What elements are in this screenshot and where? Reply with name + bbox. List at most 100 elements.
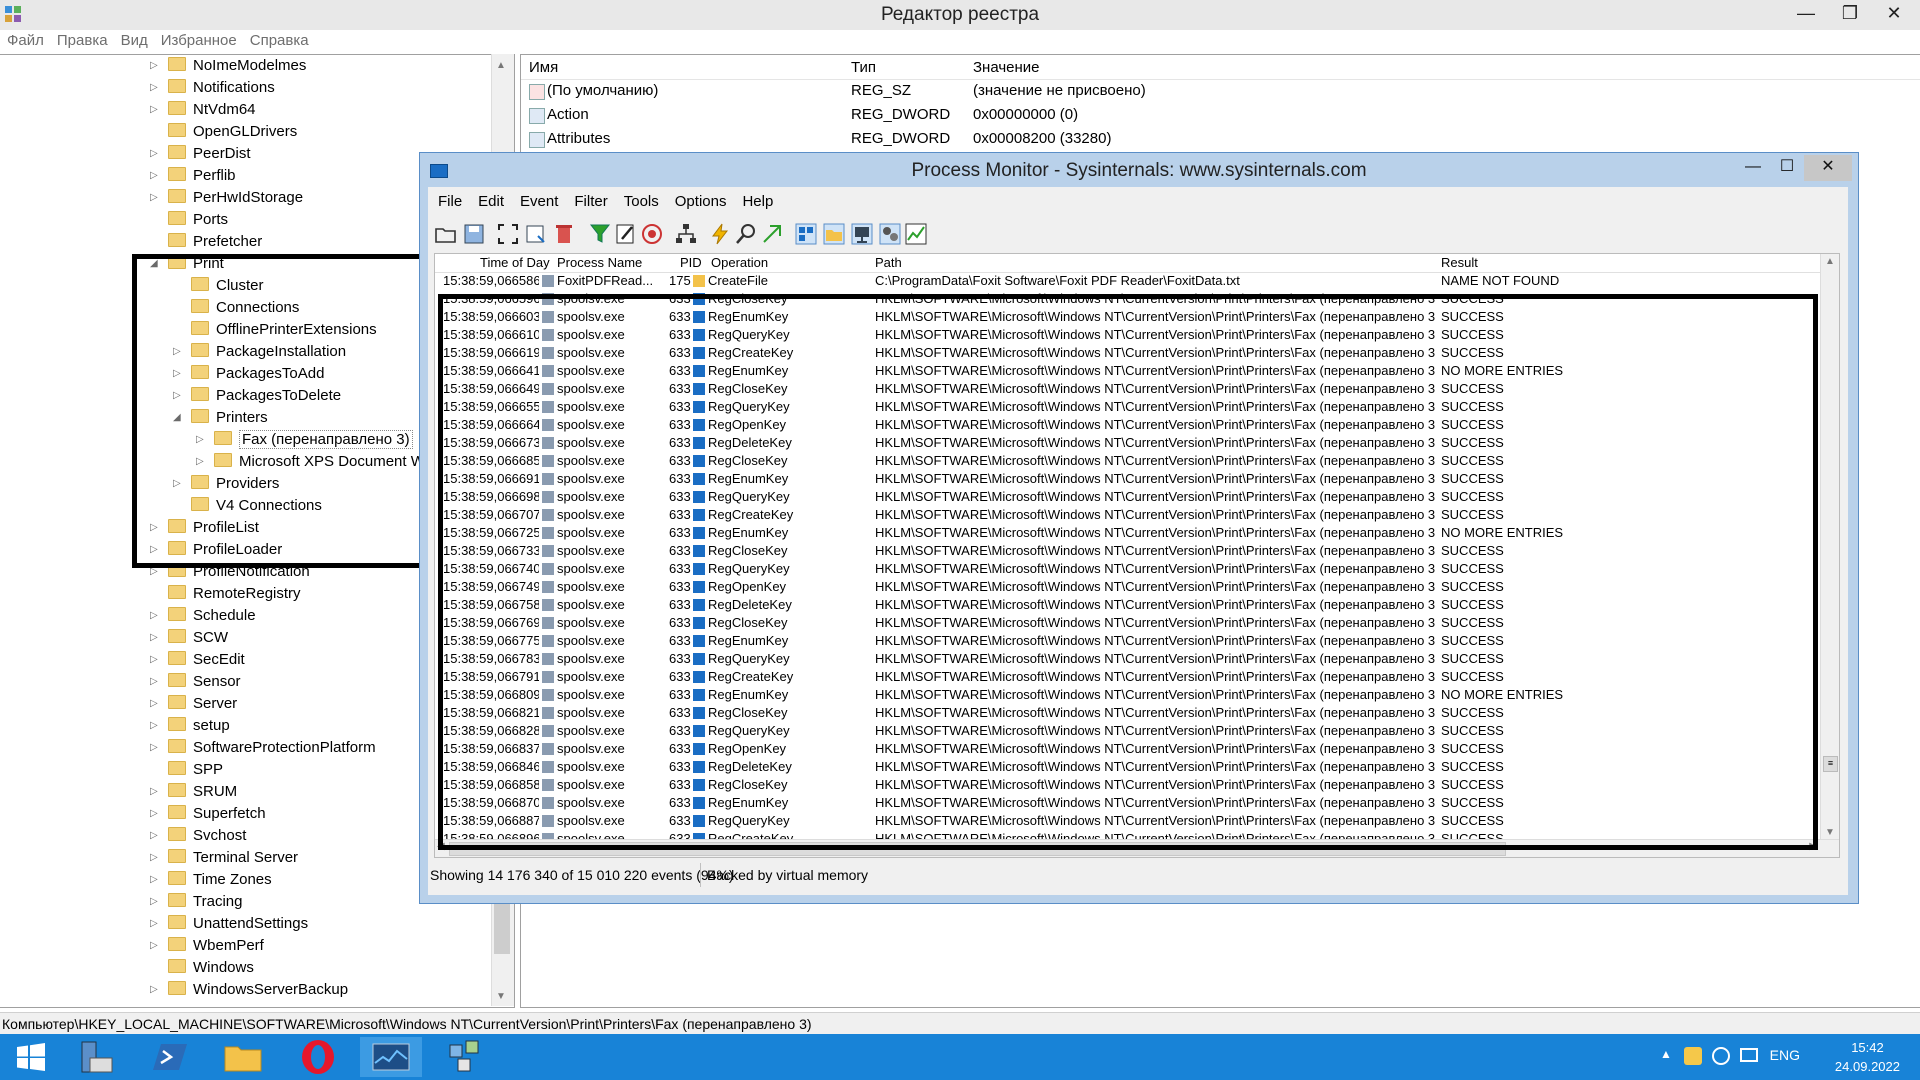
- tree-node[interactable]: ◢ Print: [150, 253, 224, 275]
- show-hidden-icons-icon[interactable]: ▲: [1660, 1047, 1672, 1061]
- expand-arrow-icon[interactable]: ▷: [150, 517, 162, 539]
- column-operation-header[interactable]: Operation: [711, 255, 768, 270]
- find-icon[interactable]: [734, 222, 758, 246]
- process-activity-icon[interactable]: [878, 222, 902, 246]
- tree-node[interactable]: OpenGLDrivers: [168, 121, 297, 143]
- expand-arrow-icon[interactable]: ▷: [150, 847, 162, 869]
- event-row[interactable]: 15:38:59,0667918 spoolsv.exe 6336 RegCreate…: [435, 668, 1815, 686]
- expand-arrow-icon[interactable]: ▷: [150, 825, 162, 847]
- procmon-menu-item-4[interactable]: Tools: [614, 187, 665, 210]
- procmon-maximize-button[interactable]: ☐: [1770, 155, 1804, 181]
- tree-node[interactable]: ▷ PeerDist: [150, 143, 251, 165]
- expand-arrow-icon[interactable]: ▷: [173, 473, 185, 495]
- capture-icon[interactable]: [496, 222, 520, 246]
- event-row[interactable]: 15:38:59,0667336 spoolsv.exe 6336 RegCloseK…: [435, 542, 1815, 560]
- process-tree-icon[interactable]: [674, 222, 698, 246]
- value-name[interactable]: Attributes: [547, 127, 610, 151]
- input-language[interactable]: ENG: [1770, 1047, 1800, 1063]
- expand-arrow-icon[interactable]: ▷: [150, 55, 162, 77]
- tree-node[interactable]: ▷ SoftwareProtectionPlatform: [150, 737, 376, 759]
- event-row[interactable]: 15:38:59,0666030 spoolsv.exe 6336 RegEnumKe…: [435, 308, 1815, 326]
- scroll-down-icon[interactable]: ▼: [496, 991, 506, 1002]
- tree-node[interactable]: ▷ PackagesToAdd: [173, 363, 324, 385]
- scroll-down-icon[interactable]: ▼: [1825, 827, 1835, 838]
- tree-node[interactable]: ▷ SecEdit: [150, 649, 245, 671]
- tree-node[interactable]: ▷ Server: [150, 693, 237, 715]
- tree-node[interactable]: ▷ PerHwIdStorage: [150, 187, 303, 209]
- column-type-header[interactable]: Тип: [851, 59, 876, 76]
- clear-icon[interactable]: [552, 222, 576, 246]
- tree-node[interactable]: ▷ Schedule: [150, 605, 256, 627]
- tree-node[interactable]: ▷ ProfileList: [150, 517, 259, 539]
- expand-arrow-icon[interactable]: ▷: [150, 539, 162, 561]
- tree-node[interactable]: SPP: [168, 759, 223, 781]
- procmon-menu-item-5[interactable]: Options: [665, 187, 733, 210]
- expand-arrow-icon[interactable]: ▷: [150, 671, 162, 693]
- expand-arrow-icon[interactable]: ▷: [150, 913, 162, 935]
- event-row[interactable]: 15:38:59,0666987 spoolsv.exe 6336 RegQueryK…: [435, 488, 1815, 506]
- tree-node[interactable]: OfflinePrinterExtensions: [191, 319, 377, 341]
- column-process-header[interactable]: Process Name: [557, 255, 642, 270]
- tree-node[interactable]: ▷ Time Zones: [150, 869, 272, 891]
- event-row[interactable]: 15:38:59,0666107 spoolsv.exe 6336 RegQueryK…: [435, 326, 1815, 344]
- event-row[interactable]: 15:38:59,0668376 spoolsv.exe 6336 RegOpenKe…: [435, 740, 1815, 758]
- event-row[interactable]: 15:38:59,0667404 spoolsv.exe 6336 RegQueryK…: [435, 560, 1815, 578]
- procmon-menu-item-0[interactable]: File: [428, 187, 468, 210]
- tree-node[interactable]: ▷ SCW: [150, 627, 228, 649]
- event-row[interactable]: 15:38:59,0666648 spoolsv.exe 6336 RegOpenKe…: [435, 416, 1815, 434]
- scroll-left-icon[interactable]: ◀: [437, 841, 445, 852]
- event-row[interactable]: 15:38:59,0668467 spoolsv.exe 6336 RegDelete…: [435, 758, 1815, 776]
- filter-icon[interactable]: [588, 222, 612, 246]
- expand-arrow-icon[interactable]: ▷: [196, 451, 208, 473]
- jump-icon[interactable]: [708, 222, 732, 246]
- save-icon[interactable]: [462, 222, 486, 246]
- expand-arrow-icon[interactable]: ▷: [150, 869, 162, 891]
- procmon-menu-item-2[interactable]: Event: [510, 187, 564, 210]
- tree-node[interactable]: Cluster: [191, 275, 264, 297]
- event-row[interactable]: 15:38:59,0667259 spoolsv.exe 6336 RegEnumKe…: [435, 524, 1815, 542]
- event-list-vertical-scrollbar[interactable]: ▲ ≡ ▼: [1820, 254, 1839, 840]
- expand-arrow-icon[interactable]: ▷: [150, 935, 162, 957]
- network-activity-icon[interactable]: [850, 222, 874, 246]
- event-row[interactable]: 15:38:59,0666913 spoolsv.exe 6336 RegEnumKe…: [435, 470, 1815, 488]
- menu-item-3[interactable]: Избранное: [154, 30, 243, 49]
- expand-arrow-icon[interactable]: ▷: [150, 187, 162, 209]
- expand-arrow-icon[interactable]: ▷: [150, 803, 162, 825]
- collapse-arrow-icon[interactable]: ◢: [173, 407, 185, 429]
- taskbar-server-manager[interactable]: [64, 1037, 126, 1077]
- target-icon[interactable]: [640, 222, 664, 246]
- tree-node[interactable]: ▷ PackageInstallation: [173, 341, 346, 363]
- tree-node[interactable]: ▷ NtVdm64: [150, 99, 256, 121]
- event-row[interactable]: 15:38:59,0668210 spoolsv.exe 6336 RegCloseK…: [435, 704, 1815, 722]
- procmon-menu-item-1[interactable]: Edit: [468, 187, 510, 210]
- procmon-menu-item-6[interactable]: Help: [732, 187, 779, 210]
- event-row[interactable]: 15:38:59,0668700 spoolsv.exe 6336 RegEnumKe…: [435, 794, 1815, 812]
- network-icon[interactable]: [1740, 1048, 1758, 1062]
- expand-arrow-icon[interactable]: ▷: [150, 979, 162, 1001]
- procmon-menu-item-3[interactable]: Filter: [564, 187, 613, 210]
- event-row[interactable]: 15:38:59,0667076 spoolsv.exe 6336 RegCreate…: [435, 506, 1815, 524]
- event-row[interactable]: 15:38:59,0667832 spoolsv.exe 6336 RegQueryK…: [435, 650, 1815, 668]
- event-row[interactable]: 15:38:59,0666414 spoolsv.exe 6336 RegEnumKe…: [435, 362, 1815, 380]
- tree-node[interactable]: ▷ WbemPerf: [150, 935, 264, 957]
- tree-node[interactable]: ▷ Sensor: [150, 671, 241, 693]
- taskbar-file-explorer[interactable]: [212, 1037, 274, 1077]
- tree-node[interactable]: ▷ UnattendSettings: [150, 913, 308, 935]
- registry-activity-icon[interactable]: [794, 222, 818, 246]
- taskbar-clock[interactable]: 15:42 24.09.2022: [1835, 1038, 1900, 1076]
- event-row[interactable]: 15:38:59,0667758 spoolsv.exe 6336 RegEnumKe…: [435, 632, 1815, 650]
- tree-node[interactable]: ▷ Perflib: [150, 165, 236, 187]
- menu-item-1[interactable]: Правка: [50, 30, 114, 49]
- expand-arrow-icon[interactable]: ▷: [150, 605, 162, 627]
- open-icon[interactable]: [434, 222, 458, 246]
- tree-node[interactable]: RemoteRegistry: [168, 583, 301, 605]
- tree-node[interactable]: ▷ Tracing: [150, 891, 242, 913]
- event-row[interactable]: 15:38:59,0668875 spoolsv.exe 6336 RegQueryK…: [435, 812, 1815, 830]
- menu-item-2[interactable]: Вид: [114, 30, 154, 49]
- expand-arrow-icon[interactable]: ▷: [150, 781, 162, 803]
- profiling-icon[interactable]: [904, 222, 928, 246]
- tree-node[interactable]: ▷ setup: [150, 715, 230, 737]
- highlight-icon[interactable]: [614, 222, 638, 246]
- horizontal-scroll-thumb[interactable]: [449, 842, 1506, 856]
- tree-node[interactable]: ▷ ProfileNotification: [150, 561, 310, 583]
